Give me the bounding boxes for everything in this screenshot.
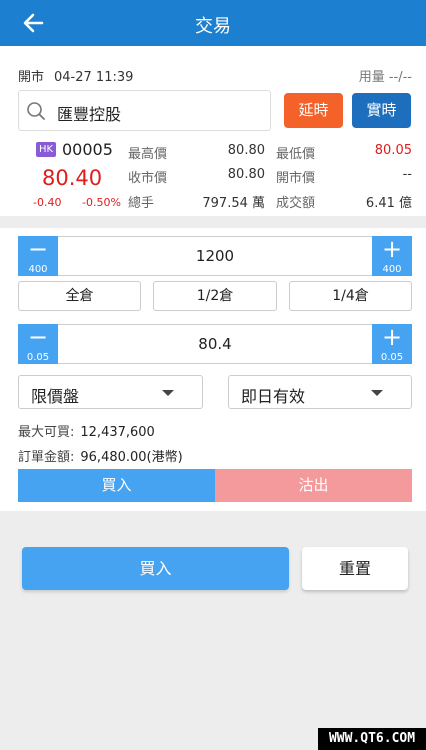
market-status: 開市 04-27 11:39	[18, 66, 133, 85]
half-position-button[interactable]: 1/2倉	[153, 281, 277, 311]
quantity-increase-button[interactable]: + 400	[372, 236, 412, 276]
max-buy-label: 最大可買:	[18, 425, 75, 440]
minus-icon: −	[27, 323, 49, 351]
price-step-down: 0.05	[26, 352, 50, 363]
caret-down-icon	[371, 390, 383, 396]
top-bar: 交易	[0, 0, 426, 46]
minus-icon: −	[27, 235, 49, 263]
price-input[interactable]: 80.4	[59, 335, 371, 353]
validity-select[interactable]: 即日有效	[228, 375, 412, 409]
max-buy-info: 最大可買: 12,437,600	[18, 421, 155, 440]
exchange-badge: HK	[36, 142, 56, 157]
price-decrease-button[interactable]: − 0.05	[18, 324, 58, 364]
price-change: -0.40	[33, 196, 62, 209]
quote-panel: 開市 04-27 11:39 用量 --/-- 匯豐控股 延時 實時 HK 000…	[0, 46, 426, 216]
quantity-stepper: − 400 1200 + 400	[18, 236, 412, 276]
order-type-value: 限價盤	[31, 387, 80, 406]
watermark-text: WWW.QT6.COM	[318, 728, 426, 750]
close-label: 收市價	[128, 171, 168, 186]
order-amount-label: 訂單金額:	[18, 450, 75, 465]
order-amount-info: 訂單金額: 96,480.00(港幣)	[18, 446, 183, 465]
volume-value: 797.54 萬	[202, 196, 265, 211]
open-value: --	[402, 167, 412, 182]
last-price: 80.40	[42, 166, 103, 190]
quantity-step-up: 400	[382, 264, 402, 275]
volume-label: 總手	[128, 196, 155, 211]
turnover-label: 成交額	[276, 196, 316, 211]
market-state: 開市	[18, 70, 45, 85]
stock-code: 00005	[62, 140, 113, 159]
high-value: 80.80	[227, 143, 265, 158]
open-label: 開市價	[276, 171, 316, 186]
reset-button[interactable]: 重置	[302, 547, 408, 590]
max-buy-value: 12,437,600	[80, 425, 155, 440]
price-step-up: 0.05	[380, 352, 404, 363]
full-position-button[interactable]: 全倉	[18, 281, 141, 311]
validity-value: 即日有效	[241, 387, 306, 406]
high-label: 最高價	[128, 147, 168, 162]
stock-name: 匯豐控股	[57, 105, 122, 124]
quantity-step-down: 400	[28, 264, 48, 275]
low-label: 最低價	[276, 147, 316, 162]
quantity-decrease-button[interactable]: − 400	[18, 236, 58, 276]
price-change-percent: -0.50%	[82, 196, 121, 209]
buy-tab[interactable]: 買入	[18, 469, 215, 502]
low-value: 80.05	[374, 143, 412, 158]
caret-down-icon	[162, 390, 174, 396]
realtime-button[interactable]: 實時	[352, 93, 411, 128]
close-value: 80.80	[227, 167, 265, 182]
quantity-input[interactable]: 1200	[59, 247, 371, 265]
sell-tab[interactable]: 沽出	[215, 469, 412, 502]
plus-icon: +	[381, 323, 403, 351]
quarter-position-button[interactable]: 1/4倉	[289, 281, 412, 311]
delay-button[interactable]: 延時	[284, 93, 343, 128]
market-time: 04-27 11:39	[54, 70, 134, 85]
price-increase-button[interactable]: + 0.05	[372, 324, 412, 364]
order-type-select[interactable]: 限價盤	[18, 375, 203, 409]
price-stepper: − 0.05 80.4 + 0.05	[18, 324, 412, 364]
plus-icon: +	[381, 235, 403, 263]
usage-counter: 用量 --/--	[358, 70, 412, 85]
turnover-value: 6.41 億	[365, 196, 412, 211]
page-title: 交易	[195, 16, 231, 37]
submit-buy-button[interactable]: 買入	[22, 547, 289, 590]
stock-search-input[interactable]: 匯豐控股	[18, 90, 271, 131]
search-icon	[27, 102, 45, 120]
order-amount-value: 96,480.00(港幣)	[80, 450, 183, 465]
